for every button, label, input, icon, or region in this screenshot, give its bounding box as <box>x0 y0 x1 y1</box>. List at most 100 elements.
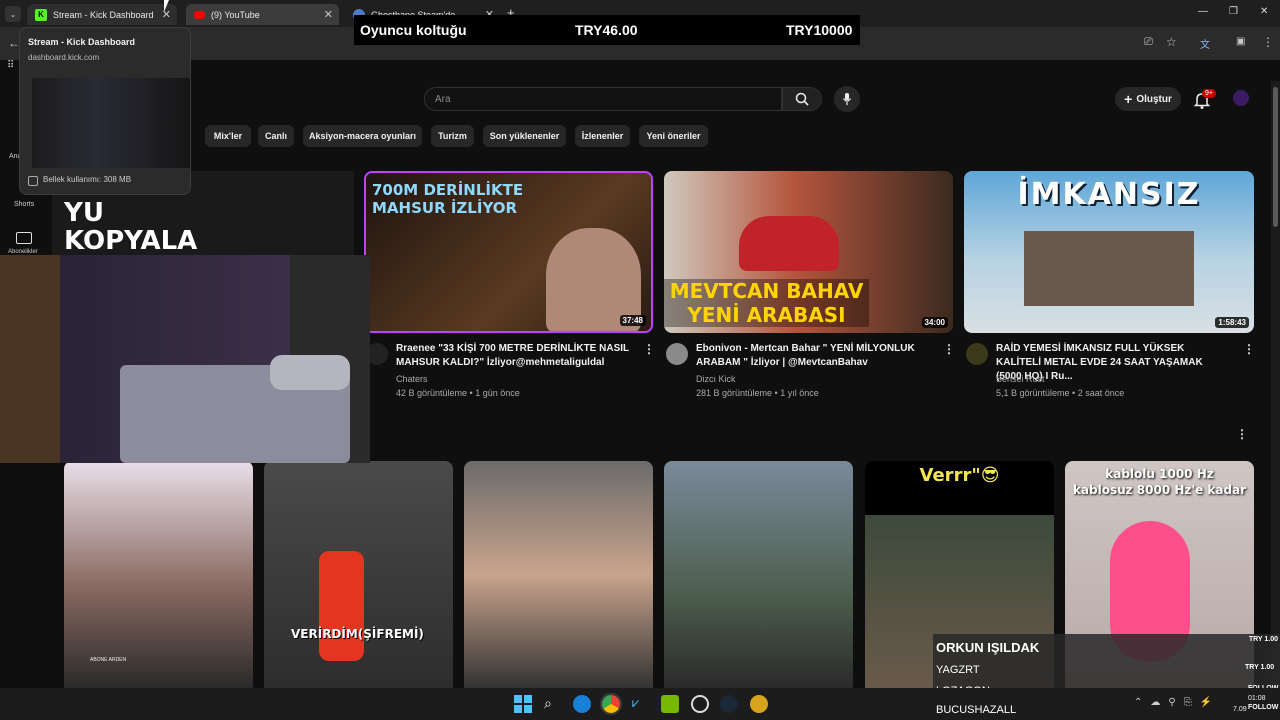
chip-action-adventure[interactable]: Aksiyon-macera oyunları <box>303 125 422 147</box>
leader-amount: FOLLOW <box>1248 704 1279 711</box>
goal-item: Oyuncu koltuğu <box>360 22 467 38</box>
apps-icon[interactable]: ⠿ <box>7 60 14 71</box>
tab-title: (9) YouTube <box>211 9 260 20</box>
tab-title: Stream - Kick Dashboard <box>53 9 154 20</box>
voice-search-button[interactable] <box>834 86 860 112</box>
search-button[interactable] <box>782 87 822 111</box>
translate-icon[interactable]: 文 <box>1200 36 1210 51</box>
chip-live[interactable]: Canlı <box>258 125 294 147</box>
channel-name[interactable]: Dizcı Kick <box>696 374 736 384</box>
video-meta: 5,1 B görüntüleme • 2 saat önce <box>996 388 1125 398</box>
thumbnail-text: kablolu 1000 Hz kablosuz 8000 Hz'e kadar <box>1072 467 1247 497</box>
channel-avatar[interactable] <box>966 343 988 365</box>
video-duration: 34:00 <box>921 317 948 328</box>
minimize-icon[interactable]: — <box>1198 6 1208 17</box>
nvidia-icon[interactable] <box>661 695 679 713</box>
plus-icon: + <box>1124 91 1133 107</box>
video-title[interactable]: Rraenee "33 KİŞİ 700 METRE DERİNLİKTE NA… <box>396 342 631 370</box>
kick-icon: K <box>35 8 47 21</box>
channel-name[interactable]: Chaters <box>396 374 428 384</box>
video-thumbnail[interactable]: 700M DERİNLİKTE MAHSUR İZLİYOR 37:48 <box>364 171 653 333</box>
app-icon[interactable]: ⩗ <box>632 695 650 713</box>
video-thumbnail[interactable]: MEVTCAN BAHAV YENİ ARABASI 34:00 <box>664 171 953 333</box>
search-icon <box>795 92 809 106</box>
chip-new-recommendations[interactable]: Yeni öneriler <box>639 125 708 147</box>
system-tray-icons[interactable]: ⌃☁⚲⎘⚡ <box>1134 697 1220 708</box>
tab-youtube[interactable]: (9) YouTube ✕ <box>186 4 339 25</box>
scrollbar-thumb[interactable] <box>1273 87 1278 227</box>
create-label: Oluştur <box>1136 93 1172 105</box>
video-meta: 42 B görüntüleme • 1 gün önce <box>396 388 520 398</box>
clock-date[interactable]: 7.09 <box>1233 706 1247 713</box>
create-button[interactable]: + Oluştur <box>1115 87 1181 111</box>
short-thumbnail[interactable] <box>464 461 653 688</box>
clock-time[interactable]: 01:08 <box>1248 695 1266 702</box>
castle-shape <box>1024 231 1194 306</box>
leader-name: YAGZRT <box>936 664 980 676</box>
thumbnail-text: MEVTCAN BAHAV YENİ ARABASI <box>664 279 869 327</box>
leader-amount: TRY 1.00 <box>1245 664 1275 671</box>
menu-icon[interactable]: ⋮ <box>1262 35 1274 49</box>
youtube-icon <box>194 10 205 19</box>
channel-avatar[interactable] <box>666 343 688 365</box>
thumbnail-text: YU KOPYALA <box>64 198 198 256</box>
tab-kick-dashboard[interactable]: K Stream - Kick Dashboard ✕ <box>27 4 177 25</box>
video-thumbnail[interactable]: İMKANSIZ 1:58:43 <box>964 171 1254 333</box>
short-thumbnail[interactable]: ABONE ARDEN <box>64 461 253 688</box>
video-title[interactable]: Ebonivon - Mertcan Bahar " YENİ MİLYONLU… <box>696 342 931 370</box>
game-app-icon[interactable] <box>691 695 709 713</box>
chrome-icon[interactable] <box>600 693 622 715</box>
steam-icon[interactable] <box>720 695 738 713</box>
thumbnail-text: İMKANSIZ <box>1017 177 1201 212</box>
short-thumbnail[interactable]: VERİRDİM(ŞİFREMİ) <box>264 461 453 688</box>
donation-leaderboard: ORKUN IŞILDAK TRY 1.00 <box>933 634 1280 688</box>
video-meta: 281 B görüntüleme • 1 yıl önce <box>696 388 819 398</box>
tab-search-button[interactable]: ⌄ <box>5 6 21 22</box>
chip-recently-uploaded[interactable]: Son yüklenenler <box>483 125 566 147</box>
car-shape <box>739 216 839 271</box>
windows-start-icon[interactable] <box>514 695 532 713</box>
channel-name[interactable]: Sensei Rust <box>996 374 1045 384</box>
app-icon[interactable] <box>750 695 768 713</box>
more-options-icon[interactable]: ⋮ <box>1243 342 1255 356</box>
chip-watched[interactable]: İzlenenler <box>575 125 630 147</box>
dress-shape <box>319 551 364 661</box>
scrollbar[interactable] <box>1271 81 1280 687</box>
avatar[interactable] <box>1233 90 1249 106</box>
video-duration: 1:58:43 <box>1215 317 1249 328</box>
subscriptions-icon[interactable] <box>16 232 32 244</box>
webcam-overlay <box>0 255 370 463</box>
leader-name: BUCUSHAZALL <box>936 704 1017 716</box>
search-icon[interactable]: ⌕ <box>544 695 562 713</box>
tab-hover-preview: Stream - Kick Dashboard dashboard.kick.c… <box>19 27 191 195</box>
more-options-icon[interactable]: ⋮ <box>943 342 955 356</box>
restore-icon[interactable]: ❐ <box>1229 6 1238 17</box>
shorts-more-options-icon[interactable]: ⋮ <box>1236 427 1248 441</box>
notification-badge: 9+ <box>1202 89 1216 98</box>
short-bottom-text: ABONE ARDEN <box>90 657 127 663</box>
video-duration: 37:48 <box>619 315 646 326</box>
thumbnail-text: 700M DERİNLİKTE MAHSUR İZLİYOR <box>372 181 524 217</box>
short-thumbnail[interactable] <box>664 461 853 688</box>
more-options-icon[interactable]: ⋮ <box>643 342 655 356</box>
search-input[interactable]: Ara <box>424 87 782 111</box>
chip-tourism[interactable]: Turizm <box>431 125 474 147</box>
cast-icon[interactable]: ⎚ <box>1144 36 1153 49</box>
donation-goal-overlay: Oyuncu koltuğu TRY46.00 TRY10000 <box>354 15 860 45</box>
leader-amount: TRY 1.00 <box>1248 636 1278 643</box>
preview-memory: Bellek kullanımı: 308 MB <box>43 175 132 184</box>
close-icon[interactable]: ✕ <box>324 8 333 21</box>
goal-target: TRY10000 <box>786 22 853 38</box>
goal-current: TRY46.00 <box>575 22 638 38</box>
bookmark-star-icon[interactable]: ☆ <box>1166 35 1177 49</box>
preview-title: Stream - Kick Dashboard <box>28 37 136 47</box>
chip-mixes[interactable]: Mix'ler <box>205 125 251 147</box>
edge-icon[interactable] <box>573 695 591 713</box>
preview-screenshot <box>32 78 190 168</box>
sidebar-item-label[interactable]: Shorts <box>14 201 34 208</box>
preview-url: dashboard.kick.com <box>28 53 100 62</box>
pillow-shape <box>270 355 350 390</box>
close-window-icon[interactable]: ✕ <box>1260 6 1268 17</box>
extensions-icon[interactable]: ▣ <box>1236 36 1245 47</box>
leader-name: ORKUN IŞILDAK <box>936 640 1040 655</box>
